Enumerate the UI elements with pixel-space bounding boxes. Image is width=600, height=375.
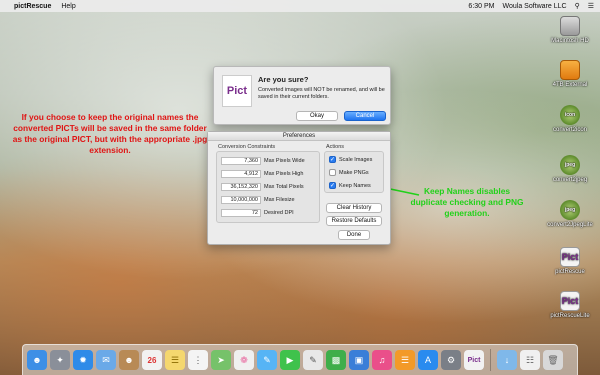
numbers-icon[interactable]: ▩ xyxy=(326,350,346,370)
desired-dpi-field[interactable]: 72 xyxy=(221,209,261,217)
desktop-icon-convert2icon[interactable]: icon convert2icon xyxy=(540,105,600,133)
actions-group-title: Actions xyxy=(326,144,345,150)
ibooks-icon[interactable]: ☰ xyxy=(395,350,415,370)
desktop-icon-pictrescuelite[interactable]: Pict pictRescueLite xyxy=(540,291,600,319)
mail-icon[interactable]: ✉ xyxy=(96,350,116,370)
spotlight-icon[interactable]: ⚲ xyxy=(575,2,580,10)
scale-images-checkbox[interactable]: ✓ Scale Images xyxy=(329,156,372,163)
contacts-icon[interactable]: ☻ xyxy=(119,350,139,370)
desktop-icon-external[interactable]: 4TB External xyxy=(540,60,600,88)
external-drive-icon xyxy=(560,60,580,80)
make-pngs-checkbox[interactable]: Make PNGs xyxy=(329,169,369,176)
alert-message: Converted images will NOT be renamed, an… xyxy=(258,87,385,100)
max-pixels-wide-field[interactable]: 7,360 xyxy=(221,157,261,165)
finder-icon[interactable]: ☻ xyxy=(27,350,47,370)
preferences-title: Preferences xyxy=(208,132,390,141)
app-store-icon[interactable]: A xyxy=(418,350,438,370)
pictrescuelite-app-icon: Pict xyxy=(560,291,580,311)
maps-icon[interactable]: ➤ xyxy=(211,350,231,370)
constraints-group: 7,360 Max Pixels Wide 4,912 Max Pixels H… xyxy=(216,151,320,223)
constraint-label: Max Total Pixels xyxy=(264,184,304,190)
constraints-group-title: Conversion Constraints xyxy=(218,144,276,150)
max-total-pixels-field[interactable]: 36,152,320 xyxy=(221,183,261,191)
constraint-label: Max Pixels High xyxy=(264,171,304,177)
launchpad-icon[interactable]: ✦ xyxy=(50,350,70,370)
hard-drive-icon xyxy=(560,16,580,36)
status-area: 6:30 PM Woula Software LLC ⚲ ☰ xyxy=(468,2,594,11)
checkmark-icon: ✓ xyxy=(329,156,336,163)
messages-icon[interactable]: ✎ xyxy=(257,350,277,370)
confirm-alert-dialog: Pict Are you sure? Converted images will… xyxy=(213,66,391,125)
help-menu[interactable]: Help xyxy=(61,3,75,10)
itunes-icon[interactable]: ♫ xyxy=(372,350,392,370)
pictrescue-app-icon: Pict xyxy=(560,247,580,267)
convert2jpeglite-app-icon: jpeg xyxy=(560,200,580,220)
system-preferences-icon[interactable]: ⚙ xyxy=(441,350,461,370)
clock[interactable]: 6:30 PM xyxy=(468,3,494,10)
desktop-icon-convert2jpeg[interactable]: jpeg convert2jpeg xyxy=(540,155,600,183)
app-menu[interactable]: pictRescue xyxy=(14,3,51,10)
constraint-label: Max Pixels Wide xyxy=(264,158,305,164)
notes-icon[interactable]: ☰ xyxy=(165,350,185,370)
facetime-icon[interactable]: ▶ xyxy=(280,350,300,370)
convert2jpeg-app-icon: jpeg xyxy=(560,155,580,175)
document-stack-icon[interactable]: ☷ xyxy=(520,350,540,370)
trash-icon[interactable]: 🗑 xyxy=(543,350,563,370)
list-icon[interactable]: ☰ xyxy=(588,2,594,10)
restore-defaults-button[interactable]: Restore Defaults xyxy=(326,216,382,226)
max-pixels-high-field[interactable]: 4,912 xyxy=(221,170,261,178)
alert-title: Are you sure? xyxy=(258,75,309,84)
notepad-icon[interactable]: ✎ xyxy=(303,350,323,370)
annotation-keep-names-left: If you choose to keep the original names… xyxy=(12,112,208,155)
desktop-icon-macintosh-hd[interactable]: Macintosh HD xyxy=(540,16,600,44)
desktop-icon-pictrescue[interactable]: Pict pictRescue xyxy=(540,247,600,275)
pictrescue-alert-icon: Pict xyxy=(222,75,252,107)
reminders-icon[interactable]: ⋮ xyxy=(188,350,208,370)
checkbox-empty-icon xyxy=(329,169,336,176)
constraint-row: 7,360 Max Pixels Wide xyxy=(221,157,305,165)
done-button[interactable]: Done xyxy=(338,230,370,240)
calendar-icon[interactable]: 26 xyxy=(142,350,162,370)
constraint-row: 4,912 Max Pixels High xyxy=(221,170,303,178)
constraint-row: 10,000,000 Max Filesize xyxy=(221,196,295,204)
keep-names-checkbox[interactable]: ✓ Keep Names xyxy=(329,182,371,189)
dock-separator xyxy=(490,349,491,371)
checkmark-icon: ✓ xyxy=(329,182,336,189)
user-menu[interactable]: Woula Software LLC xyxy=(503,3,567,10)
safari-icon[interactable]: ✹ xyxy=(73,350,93,370)
photos-icon[interactable]: ❁ xyxy=(234,350,254,370)
dock: ☻ ✦ ✹ ✉ ☻ 26 ☰ ⋮ ➤ ❁ ✎ ▶ ✎ ▩ ▣ ♫ ☰ A ⚙ P… xyxy=(22,344,578,375)
preferences-window: Preferences Conversion Constraints 7,360… xyxy=(207,131,391,245)
constraint-label: Desired DPI xyxy=(264,210,294,216)
pictrescue-dock-icon[interactable]: Pict xyxy=(464,350,484,370)
max-filesize-field[interactable]: 10,000,000 xyxy=(221,196,261,204)
constraint-row: 72 Desired DPI xyxy=(221,209,294,217)
cancel-button[interactable]: Cancel xyxy=(344,111,386,121)
constraint-label: Max Filesize xyxy=(264,197,295,203)
okay-button[interactable]: Okay xyxy=(296,111,338,121)
annotation-keep-names-right: Keep Names disables duplicate checking a… xyxy=(410,186,524,218)
actions-group: ✓ Scale Images Make PNGs ✓ Keep Names xyxy=(324,151,384,193)
clear-history-button[interactable]: Clear History xyxy=(326,203,382,213)
convert2icon-app-icon: icon xyxy=(560,105,580,125)
menu-bar: pictRescue Help 6:30 PM Woula Software L… xyxy=(0,0,600,12)
downloads-folder-icon[interactable]: ↓ xyxy=(497,350,517,370)
keynote-icon[interactable]: ▣ xyxy=(349,350,369,370)
desktop-icon-convert2jpeglite[interactable]: jpeg convert2JpegLite xyxy=(540,200,600,228)
constraint-row: 36,152,320 Max Total Pixels xyxy=(221,183,304,191)
